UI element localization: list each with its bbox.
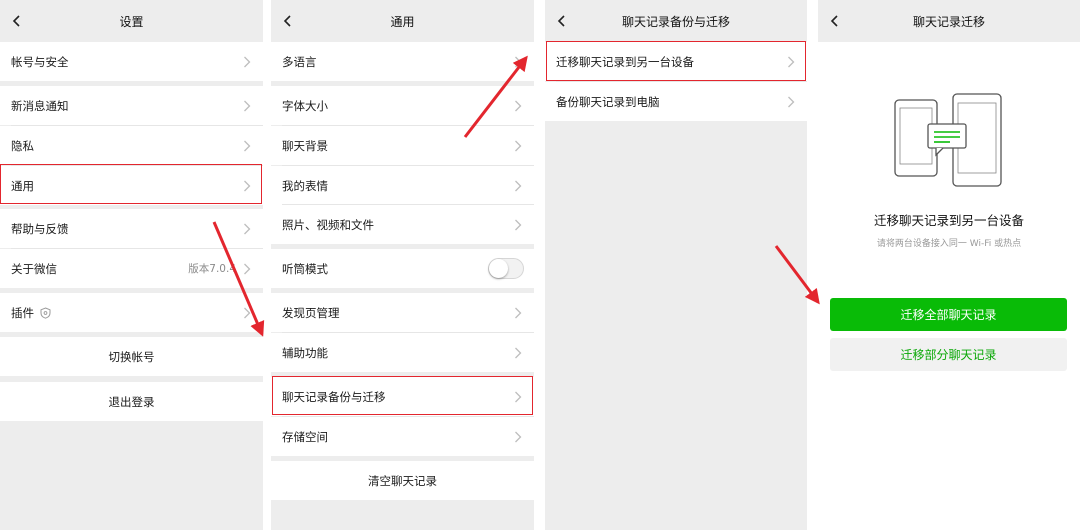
item-label: 发现页管理 [282,305,340,320]
item-label: 聊天背景 [282,138,328,153]
item-label: 照片、视频和文件 [282,217,374,232]
back-chevron-icon[interactable] [554,13,570,29]
chevron-right-icon [788,96,795,108]
back-chevron-icon[interactable] [9,13,25,29]
settings-item-help-feedback[interactable]: 帮助与反馈 [0,209,263,248]
chevron-right-icon [244,56,251,68]
item-label: 存储空间 [282,429,328,444]
button-label: 迁移部分聊天记录 [900,348,997,362]
item-label: 备份聊天记录到电脑 [556,94,660,109]
nav-bar: 通用 [271,0,534,42]
settings-item-about-wechat[interactable]: 关于微信 版本7.0.4 [0,249,263,288]
item-label: 帮助与反馈 [11,221,69,236]
chevron-right-icon [515,56,522,68]
chevron-right-icon [244,223,251,235]
general-item-discover-management[interactable]: 发现页管理 [271,293,534,332]
chevron-right-icon [515,307,522,319]
migrate-partial-button[interactable]: 迁移部分聊天记录 [830,338,1067,371]
chevron-right-icon [244,140,251,152]
migrate-all-button[interactable]: 迁移全部聊天记录 [830,298,1067,331]
item-label: 听筒模式 [282,261,328,276]
backup-to-pc-item[interactable]: 备份聊天记录到电脑 [545,82,807,121]
item-label: 辅助功能 [282,345,328,360]
back-chevron-icon[interactable] [827,13,843,29]
earpiece-mode-toggle[interactable] [488,258,524,279]
chevron-right-icon [244,100,251,112]
settings-item-notifications[interactable]: 新消息通知 [0,86,263,125]
highlight-box [546,41,806,81]
general-item-storage[interactable]: 存储空间 [271,417,534,456]
chevron-right-icon [515,140,522,152]
highlight-box [272,376,533,415]
item-label: 隐私 [11,138,34,153]
phones-migration-icon [894,93,1002,187]
general-screen: 通用 多语言 字体大小 聊天背景 我的表情 照片、视频和文件 听筒模式 发现页管… [271,0,534,530]
page-title: 设置 [119,14,144,29]
button-label: 切换帐号 [108,349,155,364]
nav-bar: 聊天记录备份与迁移 [545,0,807,42]
general-item-media-files[interactable]: 照片、视频和文件 [271,205,534,244]
toggle-knob [489,259,508,278]
general-item-language[interactable]: 多语言 [271,42,534,81]
item-label: 插件 [11,305,34,320]
logout-button[interactable]: 退出登录 [0,382,263,421]
switch-account-button[interactable]: 切换帐号 [0,337,263,376]
chevron-right-icon [515,100,522,112]
chat-migration-screen: 聊天记录迁移 迁移聊天记录到另一台设备 请将两台设备接入同一 Wi-Fi 或热点… [818,0,1080,530]
version-value: 版本7.0.4 [188,263,236,275]
item-label: 关于微信 [11,261,57,276]
general-item-accessibility[interactable]: 辅助功能 [271,333,534,372]
settings-item-privacy[interactable]: 隐私 [0,126,263,165]
chevron-right-icon [515,347,522,359]
settings-screen: 设置 帐号与安全 新消息通知 隐私 通用 帮助与反馈 关于微信 版本7.0.4 … [0,0,263,530]
page-title: 聊天记录迁移 [912,14,985,29]
general-item-my-stickers[interactable]: 我的表情 [271,166,534,205]
item-label: 新消息通知 [11,98,69,113]
shield-icon [40,306,51,319]
highlight-box [0,164,262,204]
button-label: 退出登录 [108,394,155,409]
settings-item-plugins[interactable]: 插件 [0,293,263,332]
nav-bar: 聊天记录迁移 [818,0,1080,42]
chevron-right-icon [244,263,251,275]
item-label: 多语言 [282,54,317,69]
migration-heading: 迁移聊天记录到另一台设备 [873,213,1024,228]
backup-migration-screen: 聊天记录备份与迁移 迁移聊天记录到另一台设备 备份聊天记录到电脑 [545,0,807,530]
nav-bar: 设置 [0,0,263,42]
general-item-earpiece-mode: 听筒模式 [271,249,534,288]
button-label: 清空聊天记录 [368,473,437,488]
general-item-chat-background[interactable]: 聊天背景 [271,126,534,165]
chevron-right-icon [515,431,522,443]
button-label: 迁移全部聊天记录 [900,308,997,322]
clear-chat-history-button[interactable]: 清空聊天记录 [271,461,534,500]
item-label: 我的表情 [282,178,328,193]
chevron-right-icon [515,219,522,231]
item-label: 字体大小 [282,98,328,113]
page-title: 通用 [390,14,415,29]
back-chevron-icon[interactable] [280,13,296,29]
chevron-right-icon [244,307,251,319]
chevron-right-icon [515,180,522,192]
settings-item-account-security[interactable]: 帐号与安全 [0,42,263,81]
wifi-hint: 请将两台设备接入同一 Wi-Fi 或热点 [876,239,1022,249]
item-label: 帐号与安全 [11,54,69,69]
page-title: 聊天记录备份与迁移 [621,14,730,29]
general-item-font-size[interactable]: 字体大小 [271,86,534,125]
